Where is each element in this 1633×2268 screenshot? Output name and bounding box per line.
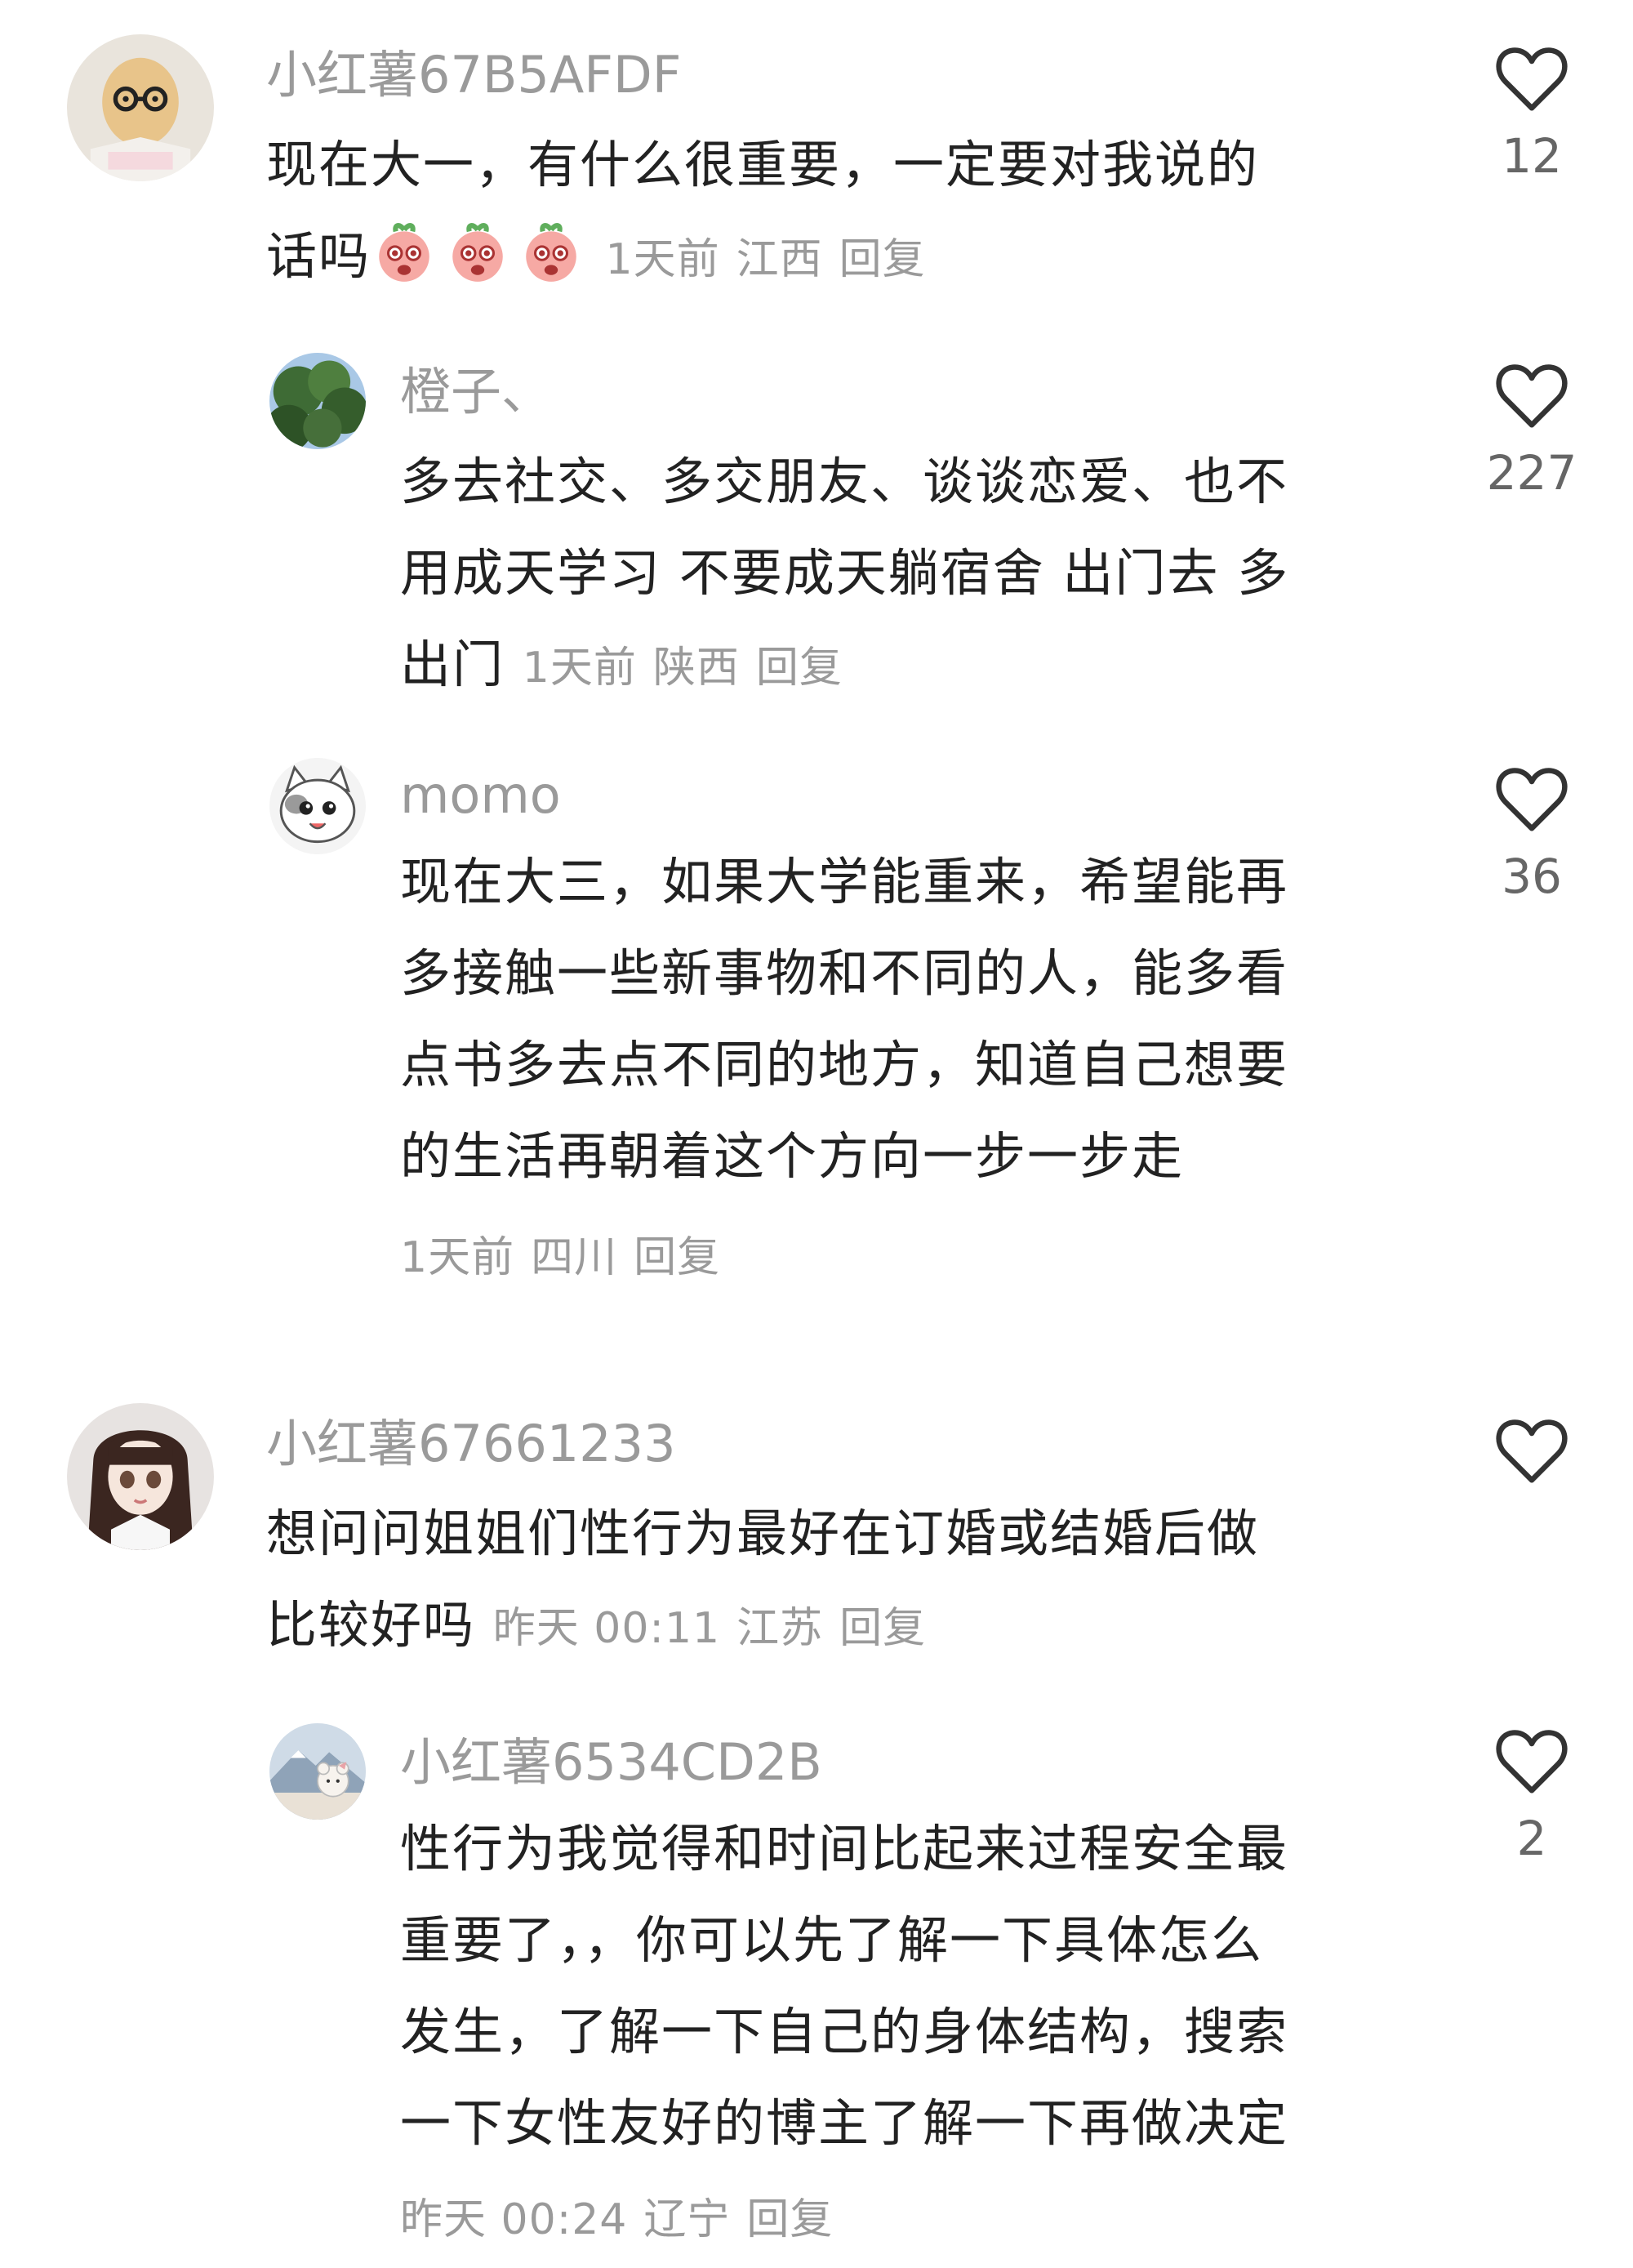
reply-button[interactable]: 回复 [756, 644, 843, 693]
comment-text: 想问问姐姐们性行为最好在订婚或结婚后做 比较好吗 昨天 00:11 江苏 回复 [266, 1488, 1259, 1674]
comment-time: 昨天 00:11 [492, 1604, 721, 1653]
avatar[interactable] [67, 1403, 214, 1550]
trees-sky-avatar-icon [269, 353, 366, 449]
heart-outline-icon[interactable] [1494, 44, 1569, 113]
avatar[interactable] [269, 1723, 366, 1820]
avatar[interactable] [67, 34, 214, 181]
peach-crying-emoji-icon [518, 218, 585, 285]
like-count: 36 [1502, 849, 1562, 904]
comment-text-line: 话吗 [266, 226, 372, 286]
comment-text-line-last: 出门 1天前 陕西 回复 [400, 619, 1289, 714]
doll-girl-avatar-icon [67, 1403, 214, 1550]
reply-button[interactable]: 回复 [839, 1604, 926, 1653]
comment-location: 四川 [531, 1233, 618, 1282]
reply-button[interactable]: 回复 [634, 1233, 720, 1282]
comment-text-line: 多接触一些新事物和不同的人，能多看 [400, 943, 1289, 1003]
like-widget [1466, 1416, 1597, 1499]
comment-text-line: 现在大三，如果大学能重来，希望能再 [400, 852, 1289, 911]
comment-text-line-last: 比较好吗 昨天 00:11 江苏 回复 [266, 1580, 1259, 1674]
comment-text: 现在大一，有什么很重要，一定要对我说的 话吗 1天前 江西 回复 [266, 119, 1259, 305]
heart-outline-icon[interactable] [1494, 1416, 1569, 1485]
comment-meta: 1天前 四川 回复 [400, 1225, 736, 1290]
heart-outline-icon[interactable] [1494, 1727, 1569, 1795]
comment-text-line: 重要了，，你可以先了解一下具体怎么 [400, 1910, 1264, 1970]
comment-time: 昨天 00:24 [400, 2195, 628, 2244]
comment-text-line: 的生活再朝着这个方向一步一步走 [400, 1126, 1185, 1186]
comment-location: 江苏 [736, 1604, 824, 1653]
comment-meta: 1天前 江西 回复 [591, 235, 942, 284]
username[interactable]: 小红薯67B5AFDF [266, 42, 681, 108]
comment-text-line: 现在大一，有什么很重要，一定要对我说的 [266, 135, 1260, 194]
mountain-bear-avatar-icon [269, 1723, 366, 1820]
comment-meta: 昨天 00:24 辽宁 回复 [400, 2187, 849, 2252]
comment-text-line: 用成天学习 不要成天躺宿舍 出门去 多 [400, 543, 1290, 603]
comment-location: 辽宁 [643, 2195, 731, 2244]
like-count: 12 [1502, 128, 1562, 184]
comment-time: 1天前 [400, 1233, 515, 1282]
reply-button[interactable]: 回复 [746, 2195, 833, 2244]
username[interactable]: 小红薯6534CD2B [400, 1730, 822, 1795]
username[interactable]: 小红薯67661233 [266, 1411, 676, 1477]
comment-text: 性行为我觉得和时间比起来过程安全最 重要了，，你可以先了解一下具体怎么 发生，了… [400, 1803, 1288, 2169]
avatar[interactable] [269, 758, 366, 854]
comment-text-line: 一下女性友好的博主了解一下再做决定 [400, 2093, 1289, 2153]
comment-time: 1天前 [522, 644, 637, 693]
avatar[interactable] [269, 353, 366, 449]
comment-location: 江西 [736, 235, 823, 284]
comment-text-line: 出门 [400, 635, 505, 694]
comment-text: 多去社交、多交朋友、谈谈恋爱、也不 用成天学习 不要成天躺宿舍 出门去 多 出门… [400, 436, 1289, 714]
like-count: 227 [1486, 445, 1577, 501]
comment-time: 1天前 [605, 235, 720, 284]
comment-text: 现在大三，如果大学能重来，希望能再 多接触一些新事物和不同的人，能多看 点书多去… [400, 836, 1288, 1202]
heart-outline-icon[interactable] [1494, 361, 1569, 430]
comment-text-line-last: 话吗 1天前 江西 回复 [266, 211, 1259, 305]
peach-crying-emoji-icon [371, 218, 438, 285]
comment-text-line: 多去社交、多交朋友、谈谈恋爱、也不 [400, 452, 1289, 511]
comment-text-line: 比较好吗 [266, 1595, 476, 1655]
peach-crying-emoji-icon [444, 218, 511, 285]
comment-meta: 昨天 00:11 江苏 回复 [493, 1604, 942, 1653]
comment-text-line: 发生，了解一下自己的身体结构，搜索 [400, 2002, 1289, 2061]
comment-text-line: 点书多去点不同的地方，知道自己想要 [400, 1035, 1289, 1094]
comment-text-line: 想问问姐姐们性行为最好在订婚或结婚后做 [266, 1504, 1260, 1563]
like-count: 2 [1516, 1811, 1547, 1866]
like-widget: 227 [1466, 361, 1597, 501]
peanut-glasses-avatar-icon [67, 34, 214, 181]
comment-meta: 1天前 陕西 回复 [523, 644, 859, 693]
reply-button[interactable]: 回复 [839, 235, 926, 284]
cartoon-cat-avatar-icon [269, 758, 366, 854]
like-widget: 2 [1466, 1727, 1597, 1867]
heart-outline-icon[interactable] [1494, 764, 1569, 833]
comment-location: 陕西 [652, 644, 740, 693]
like-widget: 36 [1466, 764, 1597, 905]
comment-text-line: 性行为我觉得和时间比起来过程安全最 [400, 1819, 1289, 1878]
username[interactable]: 橙子、 [400, 359, 552, 425]
like-widget: 12 [1466, 44, 1597, 185]
username[interactable]: momo [400, 763, 561, 828]
